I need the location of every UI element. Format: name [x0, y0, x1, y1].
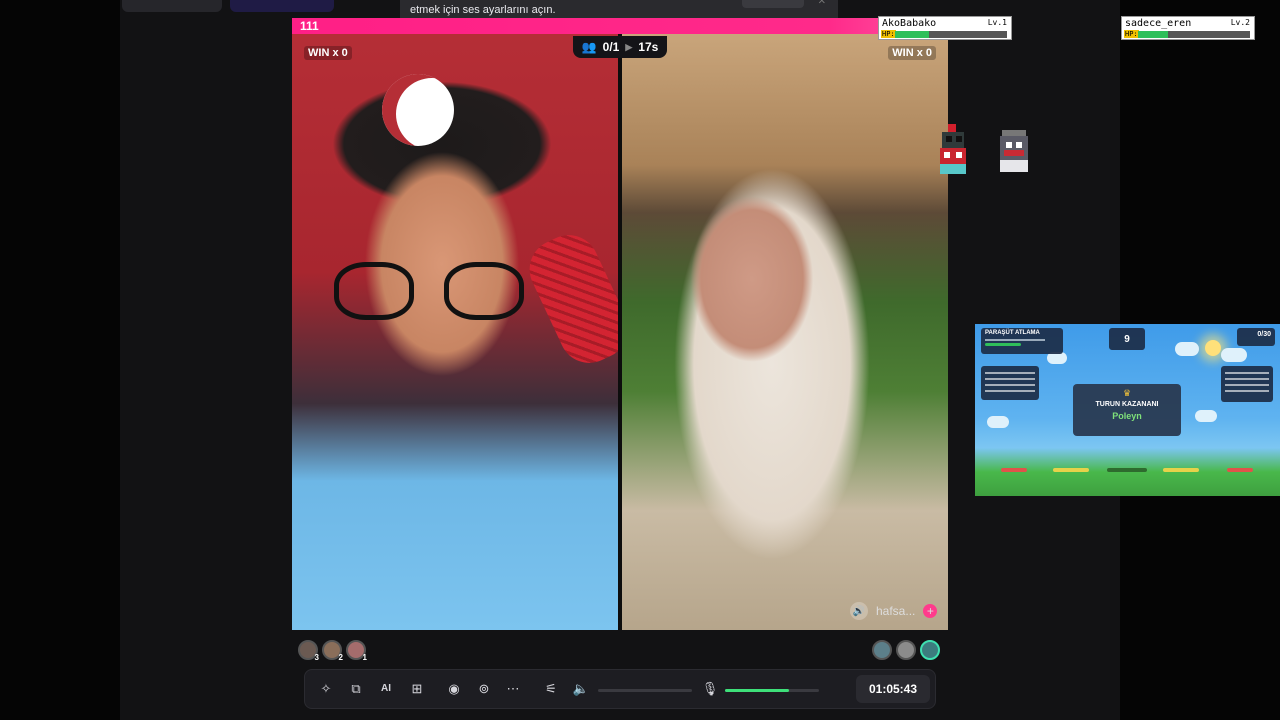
opponent-name-tag: 🔊 hafsa... + — [850, 600, 938, 622]
hp-label: HP: — [881, 30, 896, 38]
top-chip-left — [122, 0, 222, 12]
opponent-name: hafsa... — [876, 604, 916, 618]
top-gifter-avatar[interactable]: 1 — [346, 640, 367, 662]
pixel-character-icon — [940, 124, 966, 174]
left-margin — [0, 0, 120, 720]
speaker-icon[interactable]: 🔊 — [850, 602, 868, 620]
landing-platform — [1163, 468, 1199, 472]
notification-action-button[interactable] — [742, 0, 804, 8]
lb-row — [985, 390, 1035, 392]
hp-overlay-2: sadece_eren Lv.2 HP: — [1121, 16, 1255, 40]
game-title-panel: PARAŞÜT ATLAMA — [981, 328, 1063, 354]
player-name: sadece_eren — [1125, 18, 1192, 29]
play-icon: ▶ — [625, 41, 633, 52]
top-gifter-avatar[interactable]: 3 — [298, 640, 319, 662]
speaker-volume-slider[interactable] — [598, 689, 692, 692]
layers-icon[interactable]: ⧉ — [347, 680, 365, 698]
landing-platform — [1107, 468, 1147, 472]
rank-badge: 2 — [338, 653, 343, 662]
lb-row — [1225, 384, 1269, 386]
round-counter: 9 — [1109, 328, 1145, 350]
glasses — [334, 262, 524, 322]
pk-score: 111 — [300, 19, 319, 33]
notification-text: etmek için ses ayarlarını açın. — [410, 4, 556, 16]
round-winner-card: ♛ TURUN KAZANANI Poleyn — [1073, 384, 1181, 436]
mic-volume-fill — [725, 689, 789, 692]
speaker-icon[interactable]: 🔈 — [572, 680, 590, 698]
more-icon[interactable]: ⋯ — [504, 680, 522, 698]
rank-badge: 3 — [314, 653, 319, 662]
flag-crescent — [382, 74, 454, 146]
record-icon[interactable]: ◉ — [445, 680, 463, 698]
lb-row — [1225, 378, 1269, 380]
player-level: Lv.1 — [987, 18, 1007, 27]
player-count: 0/30 — [1257, 331, 1271, 338]
landing-platform — [1053, 468, 1089, 472]
opponent-gifter-avatar[interactable] — [872, 640, 892, 660]
stats-line — [420, 714, 840, 720]
landing-platform — [1227, 468, 1253, 472]
cloud — [1195, 410, 1217, 422]
add-source-icon[interactable]: ⊞ — [408, 680, 426, 698]
landing-platform — [1001, 468, 1027, 472]
leaderboard-right — [1221, 366, 1273, 402]
mic-volume-slider[interactable] — [725, 689, 819, 692]
winner-heading: TURUN KAZANANI — [1095, 401, 1159, 408]
magic-wand-icon[interactable]: ✧ — [317, 680, 335, 698]
lb-row — [1225, 390, 1269, 392]
leaderboard-left — [981, 366, 1039, 400]
hp-overlay-1: AkoBabako Lv.1 HP: — [878, 16, 1012, 40]
player-name: AkoBabako — [882, 18, 937, 29]
lb-row — [985, 378, 1035, 380]
top-chip-banner — [230, 0, 334, 12]
player-level: Lv.2 — [1230, 18, 1250, 27]
settings-sliders-icon[interactable]: ⚟ — [542, 680, 560, 698]
left-win-count: WIN x 0 — [304, 46, 352, 60]
pk-status-pill: 👥 0/1 ▶ 17s — [573, 36, 667, 58]
session-timer: 01:05:43 — [856, 675, 930, 703]
game-widget: PARAŞÜT ATLAMA 9 0/30 ♛ TURUN KAZANANI P… — [975, 324, 1280, 496]
hp-fill — [1138, 31, 1169, 38]
hp-fill — [895, 31, 929, 38]
winner-name: Poleyn — [1112, 411, 1142, 421]
cloud — [987, 416, 1009, 428]
hp-track — [895, 31, 1007, 38]
follow-plus-icon[interactable]: + — [923, 604, 938, 618]
people-icon: 👥 — [581, 40, 597, 54]
viewer-count: 0/1 — [602, 40, 620, 54]
close-icon[interactable]: ✕ — [818, 0, 826, 7]
lb-row — [1225, 372, 1269, 374]
left-video: WIN x 0 — [292, 34, 618, 630]
game-title: PARAŞÜT ATLAMA — [985, 330, 1040, 336]
lb-row — [985, 372, 1035, 374]
pk-timer: 17s — [638, 40, 659, 54]
lb-row — [985, 384, 1035, 386]
opponent-gifter-avatar[interactable] — [920, 640, 940, 660]
rank-badge: 1 — [362, 653, 367, 662]
game-status-chip — [985, 343, 1021, 346]
game-desc-line — [985, 339, 1045, 341]
pixel-ghost-icon — [1000, 130, 1028, 172]
ai-icon[interactable]: AI — [377, 680, 395, 698]
sun-icon — [1205, 340, 1221, 356]
live-icon[interactable]: ⊚ — [475, 680, 493, 698]
hp-track — [1138, 31, 1250, 38]
microphone-icon[interactable]: 🎙 — [701, 680, 719, 698]
opponent-gifter-avatar[interactable] — [896, 640, 916, 660]
crown-icon: ♛ — [1122, 388, 1132, 398]
right-video: WIN x 0 — [622, 34, 948, 630]
stream-control-bar: ✧ ⧉ AI ⊞ ◉ ⊚ ⋯ ⚟ 🔈 🎙 01:05:43 — [304, 669, 936, 709]
hp-label: HP: — [1124, 30, 1139, 38]
player-counter: 0/30 — [1237, 328, 1275, 346]
round-count: 9 — [1124, 334, 1130, 345]
microphone-prop — [519, 225, 618, 373]
pk-score-bar: 111 — [292, 18, 948, 34]
top-gifter-avatar[interactable]: 2 — [322, 640, 343, 662]
cloud — [1221, 348, 1247, 362]
cloud — [1175, 342, 1199, 356]
right-win-count: WIN x 0 — [888, 46, 936, 60]
